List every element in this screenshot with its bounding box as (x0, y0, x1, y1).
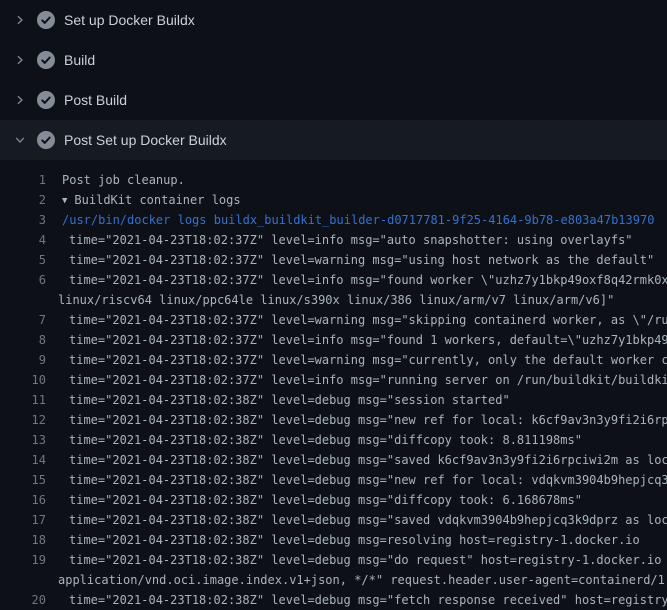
log-lines: 1 Post job cleanup. 2 ▼ BuildKit container l… (0, 160, 667, 610)
step-row-build[interactable]: Build (0, 40, 667, 80)
group-label[interactable]: BuildKit container logs (74, 193, 240, 207)
log-line: 11 time="2021-04-23T18:02:38Z" level=debu… (0, 390, 667, 410)
log-line-number[interactable]: 4 (0, 230, 46, 250)
log-line: 3/usr/bin/docker logs buildx_buildkit_bu… (0, 210, 667, 230)
log-text: time="2021-04-23T18:02:38Z" level=debug … (69, 530, 640, 550)
log-line-number (0, 290, 46, 310)
log-line: 16 time="2021-04-23T18:02:38Z" level=debu… (0, 490, 667, 510)
log-text: time="2021-04-23T18:02:38Z" level=debug … (69, 590, 667, 610)
log-text: time="2021-04-23T18:02:38Z" level=debug … (69, 410, 667, 430)
log-line: 17 time="2021-04-23T18:02:38Z" level=debu… (0, 510, 667, 530)
log-text: time="2021-04-23T18:02:38Z" level=debug … (69, 490, 582, 510)
log-line-number[interactable]: 20 (0, 590, 46, 610)
log-text: time="2021-04-23T18:02:37Z" level=warnin… (69, 310, 667, 330)
log-line: 20 time="2021-04-23T18:02:38Z" level=debu… (0, 590, 667, 610)
log-line-number[interactable]: 10 (0, 370, 46, 390)
log-line: 5 time="2021-04-23T18:02:37Z" level=warni… (0, 250, 667, 270)
chevron-right-icon[interactable] (12, 12, 28, 28)
log-text: time="2021-04-23T18:02:37Z" level=info m… (69, 370, 667, 390)
log-line: 2 ▼ BuildKit container logs (0, 190, 667, 210)
log-line-number[interactable]: 8 (0, 330, 46, 350)
log-text: time="2021-04-23T18:02:38Z" level=debug … (69, 550, 667, 570)
log-line: 19 time="2021-04-23T18:02:38Z" level=debu… (0, 550, 667, 570)
log-line-number[interactable]: 13 (0, 430, 46, 450)
log-text: time="2021-04-23T18:02:37Z" level=warnin… (69, 250, 654, 270)
log-text: time="2021-04-23T18:02:38Z" level=debug … (69, 390, 510, 410)
check-circle-icon (37, 131, 55, 149)
log-line: 9 time="2021-04-23T18:02:37Z" level=warni… (0, 350, 667, 370)
log-line: 4 time="2021-04-23T18:02:37Z" level=info … (0, 230, 667, 250)
log-line-number[interactable]: 16 (0, 490, 46, 510)
log-text: time="2021-04-23T18:02:37Z" level=info m… (69, 270, 667, 290)
step-label: Post Build (64, 92, 127, 108)
step-row-post-build[interactable]: Post Build (0, 80, 667, 120)
log-text: Post job cleanup. (62, 170, 185, 190)
log-line-number[interactable]: 7 (0, 310, 46, 330)
step-label: Post Set up Docker Buildx (64, 132, 227, 148)
chevron-right-icon[interactable] (12, 52, 28, 68)
log-line: 7 time="2021-04-23T18:02:37Z" level=warni… (0, 310, 667, 330)
log-text: time="2021-04-23T18:02:37Z" level=info m… (69, 330, 667, 350)
log-command-text: /usr/bin/docker logs buildx_buildkit_bui… (62, 210, 654, 230)
log-line: 14 time="2021-04-23T18:02:38Z" level=debu… (0, 450, 667, 470)
step-row-post-set-up-docker-buildx[interactable]: Post Set up Docker Buildx (0, 120, 667, 160)
log-text: time="2021-04-23T18:02:38Z" level=debug … (69, 430, 582, 450)
check-circle-icon (37, 91, 55, 109)
log-text: time="2021-04-23T18:02:38Z" level=debug … (69, 450, 667, 470)
log-line: application/vnd.oci.image.index.v1+json,… (0, 570, 667, 590)
log-line-number[interactable]: 1 (0, 170, 46, 190)
log-text: time="2021-04-23T18:02:37Z" level=warnin… (69, 350, 667, 370)
log-line-number[interactable]: 17 (0, 510, 46, 530)
log-line-number[interactable]: 14 (0, 450, 46, 470)
log-text: linux/riscv64 linux/ppc64le linux/s390x … (58, 290, 614, 310)
log-line-number[interactable]: 9 (0, 350, 46, 370)
chevron-right-icon[interactable] (12, 92, 28, 108)
log-line: 6 time="2021-04-23T18:02:37Z" level=info … (0, 270, 667, 290)
log-line: 10 time="2021-04-23T18:02:37Z" level=info… (0, 370, 667, 390)
log-text: time="2021-04-23T18:02:37Z" level=info m… (69, 230, 633, 250)
step-label: Build (64, 52, 95, 68)
log-line-number[interactable]: 3 (0, 210, 46, 230)
log-line: linux/riscv64 linux/ppc64le linux/s390x … (0, 290, 667, 310)
log-line-number[interactable]: 2 (0, 190, 46, 210)
log-text: time="2021-04-23T18:02:38Z" level=debug … (69, 470, 667, 490)
log-text: ▼ BuildKit container logs (62, 190, 241, 210)
steps-list: Set up Docker Buildx Build Post Build Post … (0, 0, 667, 160)
check-circle-icon (37, 11, 55, 29)
check-circle-icon (37, 51, 55, 69)
log-line-number[interactable]: 6 (0, 270, 46, 290)
chevron-down-icon[interactable] (12, 132, 28, 148)
log-text: application/vnd.oci.image.index.v1+json,… (58, 570, 667, 590)
log-line-number[interactable]: 18 (0, 530, 46, 550)
log-line: 1 Post job cleanup. (0, 170, 667, 190)
log-line-number[interactable]: 12 (0, 410, 46, 430)
log-line-number[interactable]: 11 (0, 390, 46, 410)
log-line-number[interactable]: 19 (0, 550, 46, 570)
log-line-number (0, 570, 46, 590)
log-text: time="2021-04-23T18:02:38Z" level=debug … (69, 510, 667, 530)
step-row-set-up-docker-buildx[interactable]: Set up Docker Buildx (0, 0, 667, 40)
log-line: 12 time="2021-04-23T18:02:38Z" level=debu… (0, 410, 667, 430)
log-line-number[interactable]: 15 (0, 470, 46, 490)
log-line-number[interactable]: 5 (0, 250, 46, 270)
log-line: 13 time="2021-04-23T18:02:38Z" level=debu… (0, 430, 667, 450)
log-line: 18 time="2021-04-23T18:02:38Z" level=debu… (0, 530, 667, 550)
log-line: 15 time="2021-04-23T18:02:38Z" level=debu… (0, 470, 667, 490)
group-collapse-icon[interactable]: ▼ (62, 191, 67, 210)
step-label: Set up Docker Buildx (64, 12, 195, 28)
log-line: 8 time="2021-04-23T18:02:37Z" level=info … (0, 330, 667, 350)
